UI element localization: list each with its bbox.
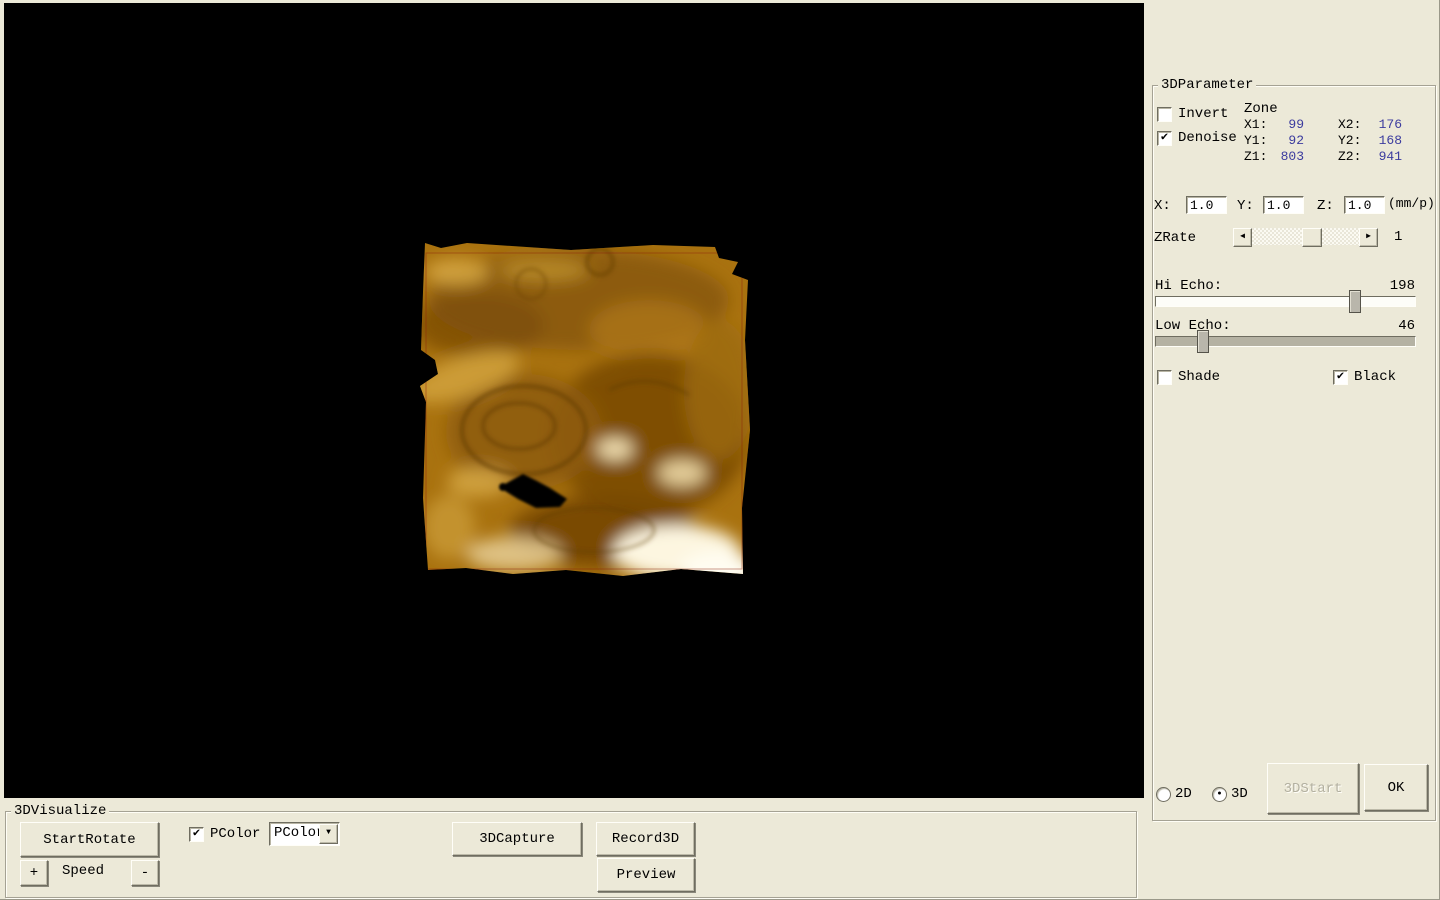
invert-label: Invert	[1178, 106, 1228, 122]
scale-unit-label: (mm/p)	[1388, 197, 1435, 211]
record-3d-button[interactable]: Record3D	[596, 822, 695, 856]
pcolor-select-value: PColor	[274, 825, 324, 841]
denoise-check-mark: ✔	[1161, 131, 1168, 144]
mode-2d-radio[interactable]	[1156, 787, 1171, 802]
scale-z-input[interactable]	[1344, 196, 1385, 214]
low-echo-thumb[interactable]	[1197, 330, 1209, 353]
zrate-track[interactable]	[1252, 228, 1359, 245]
zone-x1-label: X1:	[1244, 118, 1267, 132]
zone-x2-value: 176	[1366, 118, 1402, 132]
denoise-label: Denoise	[1178, 130, 1237, 146]
zrate-left-arrow-icon[interactable]: ◀	[1233, 228, 1252, 247]
zone-label: Zone	[1244, 101, 1278, 117]
hi-echo-track[interactable]	[1155, 296, 1416, 307]
zone-z1-value: 803	[1268, 150, 1304, 164]
zone-z1-label: Z1:	[1244, 150, 1267, 164]
low-echo-slider[interactable]	[1155, 330, 1416, 352]
capture-3d-button[interactable]: 3DCapture	[452, 822, 582, 856]
zone-x2-label: X2:	[1338, 118, 1361, 132]
parameter-group-label: 3DParameter	[1158, 78, 1256, 93]
zrate-label: ZRate	[1154, 230, 1196, 246]
zrate-thumb[interactable]	[1302, 228, 1322, 247]
preview-button[interactable]: Preview	[597, 858, 695, 892]
mode-2d-label: 2D	[1175, 786, 1192, 802]
scale-y-input[interactable]	[1263, 196, 1304, 214]
low-echo-track[interactable]	[1155, 336, 1416, 347]
zone-x1-value: 99	[1268, 118, 1304, 132]
shade-label: Shade	[1178, 369, 1220, 385]
denoise-checkbox[interactable]: ✔	[1157, 131, 1172, 146]
visualize-group-label: 3DVisualize	[11, 804, 109, 819]
black-label: Black	[1354, 369, 1396, 385]
pcolor-checkbox[interactable]: ✔	[189, 827, 204, 842]
ok-button[interactable]: OK	[1364, 764, 1428, 811]
ultrasound-3d-render	[419, 240, 752, 578]
zone-y2-value: 168	[1366, 134, 1402, 148]
black-check-mark: ✔	[1337, 370, 1344, 383]
pcolor-label: PColor	[210, 826, 260, 842]
shade-checkbox[interactable]	[1157, 370, 1172, 385]
scale-z-label: Z:	[1317, 198, 1334, 214]
invert-checkbox[interactable]	[1157, 107, 1172, 122]
zone-z2-label: Z2:	[1338, 150, 1361, 164]
speed-label: Speed	[62, 863, 104, 879]
mode-3d-radio[interactable]: ●	[1212, 787, 1227, 802]
scale-y-label: Y:	[1237, 198, 1254, 214]
zrate-scrollbar[interactable]: ◀ ▶	[1233, 228, 1378, 245]
speed-plus-button[interactable]: +	[20, 860, 48, 886]
zone-y2-label: Y2:	[1338, 134, 1361, 148]
zone-y1-label: Y1:	[1244, 134, 1267, 148]
zrate-value: 1	[1394, 229, 1402, 245]
zone-y1-value: 92	[1268, 134, 1304, 148]
start-rotate-button[interactable]: StartRotate	[20, 822, 159, 857]
render-viewport[interactable]	[4, 3, 1144, 798]
start-3d-button[interactable]: 3DStart	[1267, 763, 1359, 814]
scale-x-input[interactable]	[1186, 196, 1227, 214]
zrate-right-arrow-icon[interactable]: ▶	[1359, 228, 1378, 247]
pcolor-select[interactable]: PColor ▼	[269, 822, 340, 846]
scale-x-label: X:	[1154, 198, 1171, 214]
mode-3d-dot: ●	[1217, 790, 1221, 798]
speed-minus-button[interactable]: -	[131, 860, 159, 886]
mode-3d-label: 3D	[1231, 786, 1248, 802]
hi-echo-slider[interactable]	[1155, 290, 1416, 312]
zone-z2-value: 941	[1366, 150, 1402, 164]
chevron-down-icon[interactable]: ▼	[319, 824, 338, 844]
pcolor-check-mark: ✔	[193, 827, 200, 840]
hi-echo-thumb[interactable]	[1349, 290, 1361, 313]
black-checkbox[interactable]: ✔	[1333, 370, 1348, 385]
